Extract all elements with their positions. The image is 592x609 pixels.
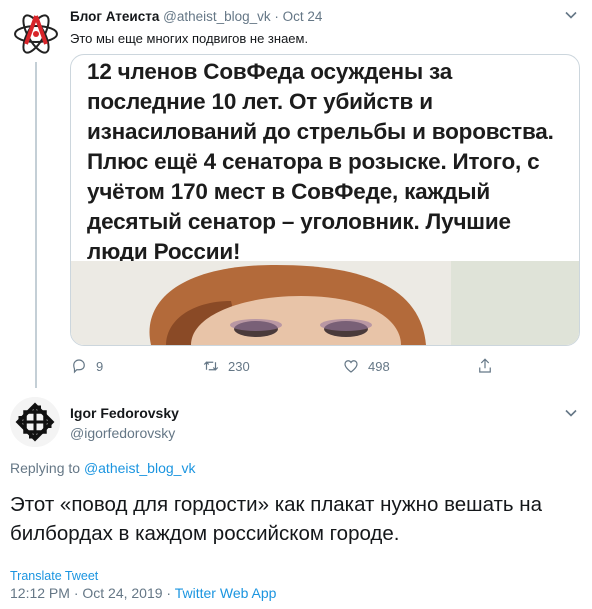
share-icon: [479, 358, 491, 373]
card-headline-text: 12 членов СовФеда осуждены за последние …: [87, 59, 554, 264]
igor-fedorovsky-avatar[interactable]: [10, 397, 60, 447]
reply-action[interactable]: 9: [70, 357, 103, 375]
parent-tweet-header: Блог Атеиста @atheist_blog_vk · Oct 24: [70, 9, 322, 24]
chevron-down-icon[interactable]: [564, 8, 578, 22]
parent-author-handle[interactable]: @atheist_blog_vk: [163, 9, 271, 24]
parent-tweet-actions: 9 230 498: [70, 357, 510, 379]
replying-to-label: Replying to: [10, 460, 81, 476]
thread-connector-line: [35, 62, 37, 388]
reply-icon: [73, 359, 85, 374]
reply-tweet-text: Этот «повод для гордости» как плакат нуж…: [10, 493, 543, 545]
like-count: 498: [368, 358, 390, 374]
kolovrat-symbol-icon: [10, 397, 60, 447]
header-separator: ·: [274, 9, 279, 24]
reply-count: 9: [96, 358, 104, 374]
retweet-icon: [203, 361, 219, 371]
reply-author-name[interactable]: Igor Fedorovsky: [70, 405, 179, 421]
replying-to-handle-link[interactable]: @atheist_blog_vk: [84, 460, 196, 476]
replying-to-line: Replying to @atheist_blog_vk: [10, 460, 195, 476]
retweet-action[interactable]: 230: [202, 357, 250, 375]
atom-logo-icon: [14, 14, 58, 54]
senator-photo: [71, 261, 579, 345]
parent-tweet-text: Это мы еще многих подвигов не знаем.: [70, 31, 309, 46]
parent-author-name[interactable]: Блог Атеиста: [70, 9, 159, 24]
share-action[interactable]: [476, 357, 494, 375]
heart-icon: [344, 360, 358, 373]
tweet-timestamp[interactable]: 12:12 PM · Oct 24, 2019 ·: [10, 585, 171, 601]
chevron-down-icon[interactable]: [564, 406, 578, 420]
reply-author-handle[interactable]: @igorfedorovsky: [70, 425, 175, 441]
like-action[interactable]: 498: [342, 357, 390, 375]
retweet-count: 230: [228, 358, 250, 374]
tweet-media-card[interactable]: 12 членов СовФеда осуждены за последние …: [70, 54, 580, 346]
tweet-source-link[interactable]: Twitter Web App: [175, 585, 277, 601]
parent-tweet-date[interactable]: Oct 24: [283, 9, 323, 24]
tweet-metadata: 12:12 PM · Oct 24, 2019 · Twitter Web Ap…: [10, 585, 276, 601]
translate-tweet-link[interactable]: Translate Tweet: [10, 569, 98, 583]
atheist-blog-avatar[interactable]: [10, 8, 62, 60]
